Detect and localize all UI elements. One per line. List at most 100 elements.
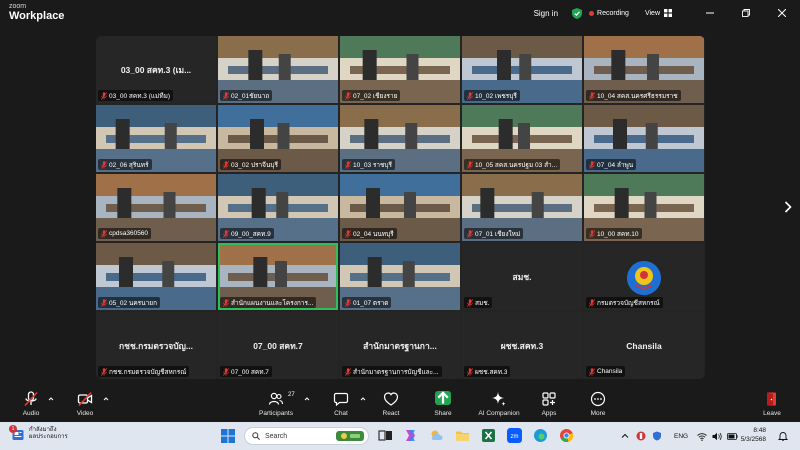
apps-button[interactable]: Apps [527, 391, 571, 421]
weather-app-icon[interactable] [429, 428, 444, 443]
next-page-button[interactable] [781, 198, 795, 216]
participant-name-tag: cpdsa360560 [98, 228, 152, 239]
logo-zoom-text: zoom [9, 3, 27, 10]
video-tile[interactable]: 02_06 สุรินทร์ [96, 105, 216, 172]
participant-name: 10_02 เพชรบุรี [475, 92, 517, 100]
mic-muted-icon [345, 298, 351, 307]
mic-muted-icon [467, 298, 473, 307]
taskbar-search-box[interactable]: Search [244, 427, 369, 445]
volume-icon[interactable] [712, 432, 722, 441]
sparkle-icon [492, 392, 506, 406]
app-logo: zoom Workplace [9, 3, 64, 22]
ai-companion-button[interactable]: AI Companion [477, 391, 521, 421]
copilot-icon[interactable] [403, 428, 418, 443]
video-tile[interactable]: 10_03 ราชบุรี [340, 105, 460, 172]
video-tile[interactable]: 07_01 เชียงใหม่ [462, 174, 582, 241]
video-tile[interactable]: 07_02 เชียงราย [340, 36, 460, 103]
participant-name-tag: 05_02 นครนายก [98, 297, 161, 308]
mic-muted-icon [467, 160, 473, 169]
chat-button[interactable]: Chat [319, 391, 363, 421]
share-label: Share [434, 410, 452, 417]
participant-name: 10_04 สคส.นครศรีธรรมราช [597, 92, 678, 100]
more-button[interactable]: More [576, 391, 620, 421]
windows-start-icon[interactable] [221, 429, 235, 443]
edge-icon[interactable] [533, 428, 548, 443]
video-tile[interactable]: 05_02 นครนายก [96, 243, 216, 310]
video-tile[interactable]: 10_05 สคส.นครปฐม 03 สำ... [462, 105, 582, 172]
video-tile[interactable]: สำนักมาตรฐานกา... สำนักมาตรฐานการบัญชีและ… [340, 312, 460, 379]
mic-muted-icon [589, 298, 595, 307]
video-tile[interactable]: กชช.กรมตรวจบัญ... กชช.กรมตรวจบัญชีสหกรณ์ [96, 312, 216, 379]
ai-companion-label: AI Companion [478, 410, 520, 417]
shield-check-icon[interactable] [572, 7, 583, 19]
react-button[interactable]: React [369, 391, 413, 421]
video-tile[interactable]: 10_02 เพชรบุรี [462, 36, 582, 103]
search-icon [252, 432, 260, 440]
file-explorer-icon[interactable] [455, 428, 470, 443]
video-tile[interactable]: สมช. สมช. [462, 243, 582, 310]
meeting-toolbar: Audio Video Participants 27 Chat React S… [0, 388, 800, 422]
wifi-icon[interactable] [697, 432, 707, 441]
security-tray-icon[interactable] [636, 431, 646, 441]
video-tile[interactable]: สำนักแผนงานและโครงการ... [218, 243, 338, 310]
video-tile[interactable]: ผชช.สคท.3 ผชช.สคท.3 [462, 312, 582, 379]
video-options-caret-icon[interactable] [103, 396, 109, 402]
participant-name: สมช. [475, 299, 490, 307]
participant-name-tag: 10_02 เพชรบุรี [464, 90, 520, 101]
participant-name: กชช.กรมตรวจบัญชีสหกรณ์ [109, 368, 187, 376]
participant-name: 07_02 เชียงราย [353, 92, 398, 100]
task-view-icon[interactable] [378, 428, 393, 443]
video-tile[interactable]: 10_00 สคท.10 [584, 174, 704, 241]
participant-name: สำนักมาตรฐานการบัญชีและ... [353, 368, 439, 376]
sign-in-button[interactable]: Sign in [534, 9, 558, 18]
video-tile[interactable]: cpdsa360560 [96, 174, 216, 241]
video-tile[interactable]: 01_07 ตราด [340, 243, 460, 310]
video-button[interactable]: Video [63, 391, 107, 421]
tray-overflow-icon[interactable] [621, 432, 629, 440]
language-indicator[interactable]: ENG [674, 433, 688, 440]
chat-options-caret-icon[interactable] [360, 396, 366, 402]
notifications-bell-icon[interactable] [778, 431, 788, 441]
video-tile[interactable]: 03_00 สคท.3 (เม... 03_00 สคท.3 (แม่ทีม) [96, 36, 216, 103]
view-button[interactable]: View [645, 10, 660, 17]
excel-icon[interactable] [481, 428, 496, 443]
audio-button[interactable]: Audio [9, 391, 53, 421]
audio-options-caret-icon[interactable] [48, 396, 54, 402]
participant-name: ผชช.สคท.3 [475, 368, 508, 376]
video-tile[interactable]: 02_01ชัยนาถ [218, 36, 338, 103]
video-tile[interactable]: 09_00_สคท.9 [218, 174, 338, 241]
participants-options-caret-icon[interactable] [304, 396, 310, 402]
defender-tray-icon[interactable] [652, 431, 662, 441]
mic-muted-icon [223, 229, 229, 238]
mic-muted-icon [345, 229, 351, 238]
video-tile[interactable]: 07_00 สคท.7 07_00 สคท.7 [218, 312, 338, 379]
view-grid-icon[interactable] [664, 9, 672, 17]
share-button[interactable]: Share [421, 391, 465, 421]
mic-muted-icon [345, 160, 351, 169]
minimize-button[interactable] [692, 9, 728, 17]
video-tile[interactable]: Chansila Chansila [584, 312, 704, 379]
participant-name-tag: 10_04 สคส.นครศรีธรรมราช [586, 90, 681, 101]
video-tile[interactable]: 02_04 นนทบุรี [340, 174, 460, 241]
video-tile[interactable]: 03_02 ปราจีนบุรี [218, 105, 338, 172]
participant-avatar [627, 261, 661, 295]
mic-muted-icon [345, 367, 351, 376]
participant-name-tag: 03_00 สคท.3 (แม่ทีม) [98, 90, 174, 101]
close-window-button[interactable] [764, 9, 800, 17]
video-tile[interactable]: 07_04 ลำพูน [584, 105, 704, 172]
taskbar-clock[interactable]: 8:48 5/3/2568 [741, 426, 766, 444]
video-tile[interactable]: 10_04 สคส.นครศรีธรรมราช [584, 36, 704, 103]
recording-indicator[interactable]: Recording [597, 10, 629, 17]
chrome-icon[interactable] [559, 428, 574, 443]
search-highlight-icon [336, 431, 364, 441]
leave-button[interactable]: Leave [750, 391, 794, 421]
battery-icon[interactable] [727, 432, 738, 440]
news-widget[interactable]: 1 กำลังมาถึง ผลประกอบการ [9, 425, 68, 441]
leave-door-icon [767, 392, 776, 406]
participant-name-tag: กรมตรวจบัญชีสหกรณ์ [586, 297, 663, 308]
video-tile[interactable]: กรมตรวจบัญชีสหกรณ์ [584, 243, 704, 310]
mic-muted-icon [467, 367, 473, 376]
zoom-taskbar-icon[interactable]: zm [507, 428, 522, 443]
system-tray: ENG [621, 422, 738, 450]
maximize-button[interactable] [728, 9, 764, 17]
